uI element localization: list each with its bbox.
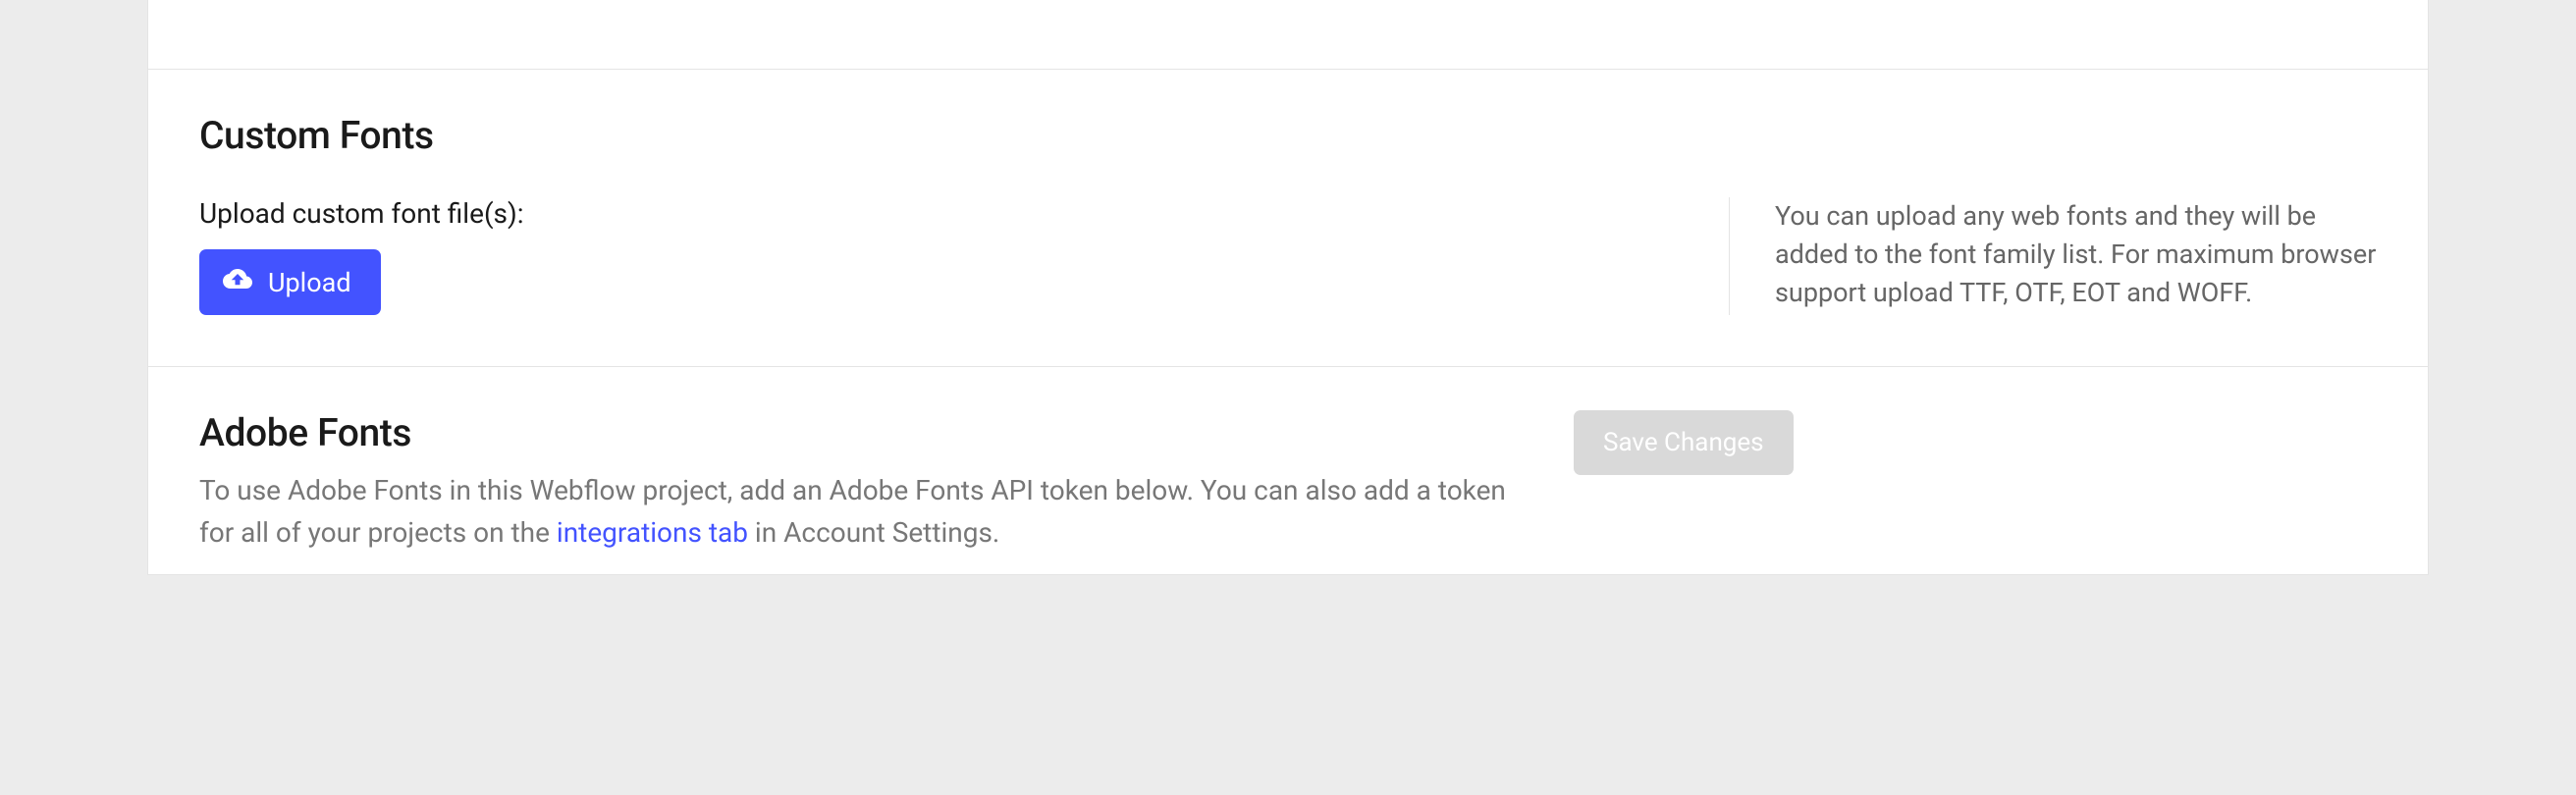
custom-fonts-row: Upload custom font file(s): Upload You c… bbox=[199, 197, 2377, 315]
adobe-fonts-section: Adobe Fonts To use Adobe Fonts in this W… bbox=[148, 366, 2428, 574]
upload-button-label: Upload bbox=[268, 267, 351, 298]
custom-fonts-section: Custom Fonts Upload custom font file(s):… bbox=[148, 69, 2428, 366]
adobe-fonts-description: To use Adobe Fonts in this Webflow proje… bbox=[199, 469, 1515, 555]
help-text: You can upload any web fonts and they wi… bbox=[1729, 197, 2377, 315]
upload-column: Upload custom font file(s): Upload bbox=[199, 197, 1650, 315]
settings-card: Custom Fonts Upload custom font file(s):… bbox=[147, 0, 2429, 575]
integrations-tab-link[interactable]: integrations tab bbox=[557, 516, 748, 549]
adobe-desc-part-2: in Account Settings. bbox=[748, 516, 999, 549]
cloud-upload-icon bbox=[223, 264, 252, 300]
adobe-fonts-content: Adobe Fonts To use Adobe Fonts in this W… bbox=[199, 410, 1515, 555]
previous-section-spacer bbox=[148, 0, 2428, 69]
custom-fonts-title: Custom Fonts bbox=[199, 113, 2377, 158]
adobe-fonts-title: Adobe Fonts bbox=[199, 410, 1515, 455]
upload-button[interactable]: Upload bbox=[199, 249, 381, 315]
upload-label: Upload custom font file(s): bbox=[199, 197, 1650, 230]
save-changes-button[interactable]: Save Changes bbox=[1574, 410, 1794, 475]
